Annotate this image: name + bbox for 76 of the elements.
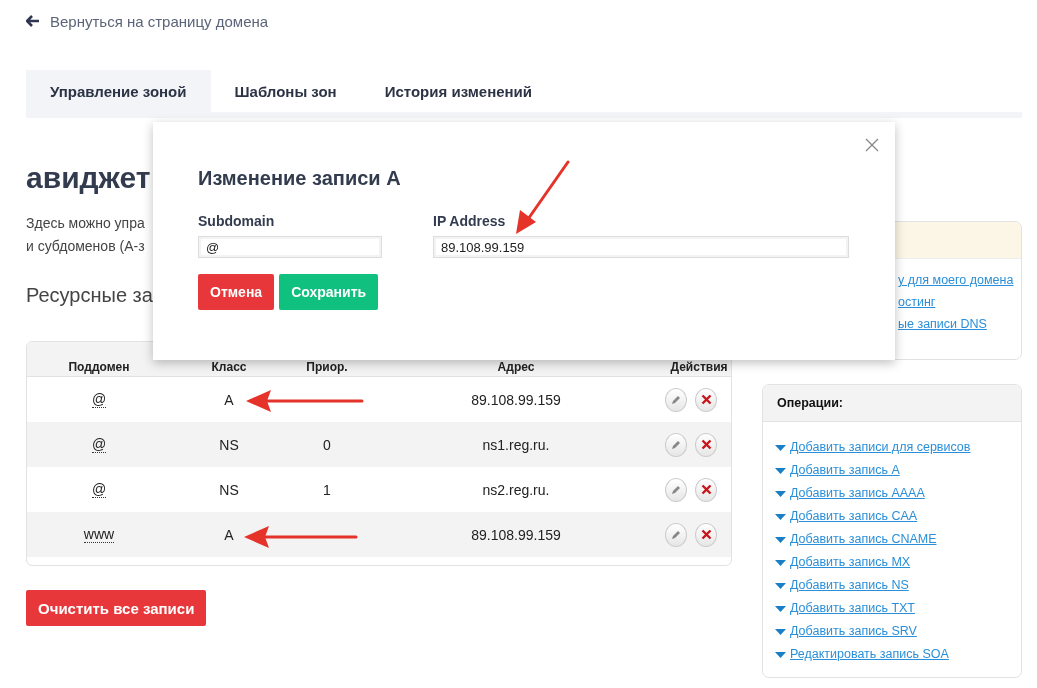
help-link[interactable]: ые записи DNS xyxy=(898,317,1011,332)
help-link[interactable]: остинг xyxy=(898,295,1011,310)
triangle-down-icon xyxy=(775,467,786,474)
save-button[interactable]: Сохранить xyxy=(279,274,379,310)
table-cell-text: A xyxy=(223,526,235,543)
tab[interactable]: История изменений xyxy=(360,70,557,112)
section-title: Ресурсные за xyxy=(26,284,153,308)
column-header: Класс xyxy=(210,360,248,374)
pencil-icon xyxy=(670,483,682,496)
operation-link[interactable]: Добавить запись A xyxy=(790,463,900,478)
close-icon xyxy=(700,439,712,450)
subdomain-cell: @ xyxy=(91,436,107,453)
operation-link[interactable]: Добавить запись CAA xyxy=(790,509,918,524)
triangle-down-icon xyxy=(775,513,786,520)
tab[interactable]: Шаблоны зон xyxy=(210,70,361,112)
edit-button[interactable] xyxy=(665,477,687,502)
pencil-icon xyxy=(670,393,682,406)
table-cell-text: 89.108.99.159 xyxy=(470,526,562,543)
triangle-down-icon xyxy=(775,651,786,658)
operation-link[interactable]: Добавить запись AAAA xyxy=(790,486,925,501)
delete-button[interactable] xyxy=(695,432,717,457)
clear-all-button[interactable]: Очистить все записи xyxy=(26,590,207,626)
close-icon xyxy=(700,394,712,405)
operation-link[interactable]: Редактировать запись SOA xyxy=(790,647,949,662)
back-link[interactable]: Вернуться на страницу домена xyxy=(50,12,269,30)
tab[interactable]: Управление зоной xyxy=(26,70,211,112)
operation-link[interactable]: Добавить запись SRV xyxy=(790,624,917,639)
operation-link[interactable]: Добавить запись MX xyxy=(790,555,911,570)
back-arrow-icon[interactable] xyxy=(26,15,40,27)
column-header: Поддомен xyxy=(67,360,131,374)
column-header: Действия xyxy=(669,360,729,374)
table-cell-text: 0 xyxy=(322,436,332,453)
edit-button[interactable] xyxy=(665,522,687,547)
triangle-down-icon xyxy=(775,536,786,543)
page-heading: авиджет xyxy=(26,160,151,196)
cancel-button[interactable]: Отмена xyxy=(198,274,275,310)
triangle-down-icon xyxy=(775,444,786,451)
close-button[interactable] xyxy=(865,138,879,152)
operation-link[interactable]: Добавить записи для сервисов xyxy=(790,440,971,455)
table-cell-text: ns1.reg.ru. xyxy=(481,436,551,453)
subdomain-cell: @ xyxy=(91,391,107,408)
operation-link[interactable]: Добавить запись NS xyxy=(790,578,909,593)
delete-button[interactable] xyxy=(695,477,717,502)
column-header: Адрес xyxy=(496,360,536,374)
card-title: Операции: xyxy=(777,396,844,410)
subdomain-cell: @ xyxy=(91,481,107,498)
close-icon xyxy=(700,484,712,495)
table-cell-text: 1 xyxy=(322,481,332,498)
triangle-down-icon xyxy=(775,628,786,635)
close-icon xyxy=(700,529,712,540)
delete-button[interactable] xyxy=(695,522,717,547)
column-header: Приор. xyxy=(305,360,349,374)
table-cell-text: A xyxy=(223,391,235,408)
ip-address-field[interactable]: 89.108.99.159 xyxy=(433,236,849,258)
field-label: Subdomain xyxy=(198,213,276,231)
modal-title: Изменение записи A xyxy=(198,167,402,191)
triangle-down-icon xyxy=(775,605,786,612)
table-cell-text: 89.108.99.159 xyxy=(470,391,562,408)
pencil-icon xyxy=(670,528,682,541)
delete-button[interactable] xyxy=(695,387,717,412)
subdomain-field[interactable]: @ xyxy=(198,236,382,258)
table-cell-text: NS xyxy=(218,436,240,453)
triangle-down-icon xyxy=(775,582,786,589)
edit-button[interactable] xyxy=(665,387,687,412)
operation-link[interactable]: Добавить запись CNAME xyxy=(790,532,937,547)
triangle-down-icon xyxy=(775,559,786,566)
description-text: и субдоменов (А-з xyxy=(26,237,145,256)
operation-link[interactable]: Добавить запись TXT xyxy=(790,601,915,616)
table-cell-text: ns2.reg.ru. xyxy=(481,481,551,498)
triangle-down-icon xyxy=(775,490,786,497)
subdomain-cell: www xyxy=(83,526,115,543)
edit-button[interactable] xyxy=(665,432,687,457)
description-text: Здесь можно упра xyxy=(26,214,145,233)
table-cell-text: NS xyxy=(218,481,240,498)
field-label: IP Address xyxy=(433,213,507,231)
pencil-icon xyxy=(670,438,682,451)
